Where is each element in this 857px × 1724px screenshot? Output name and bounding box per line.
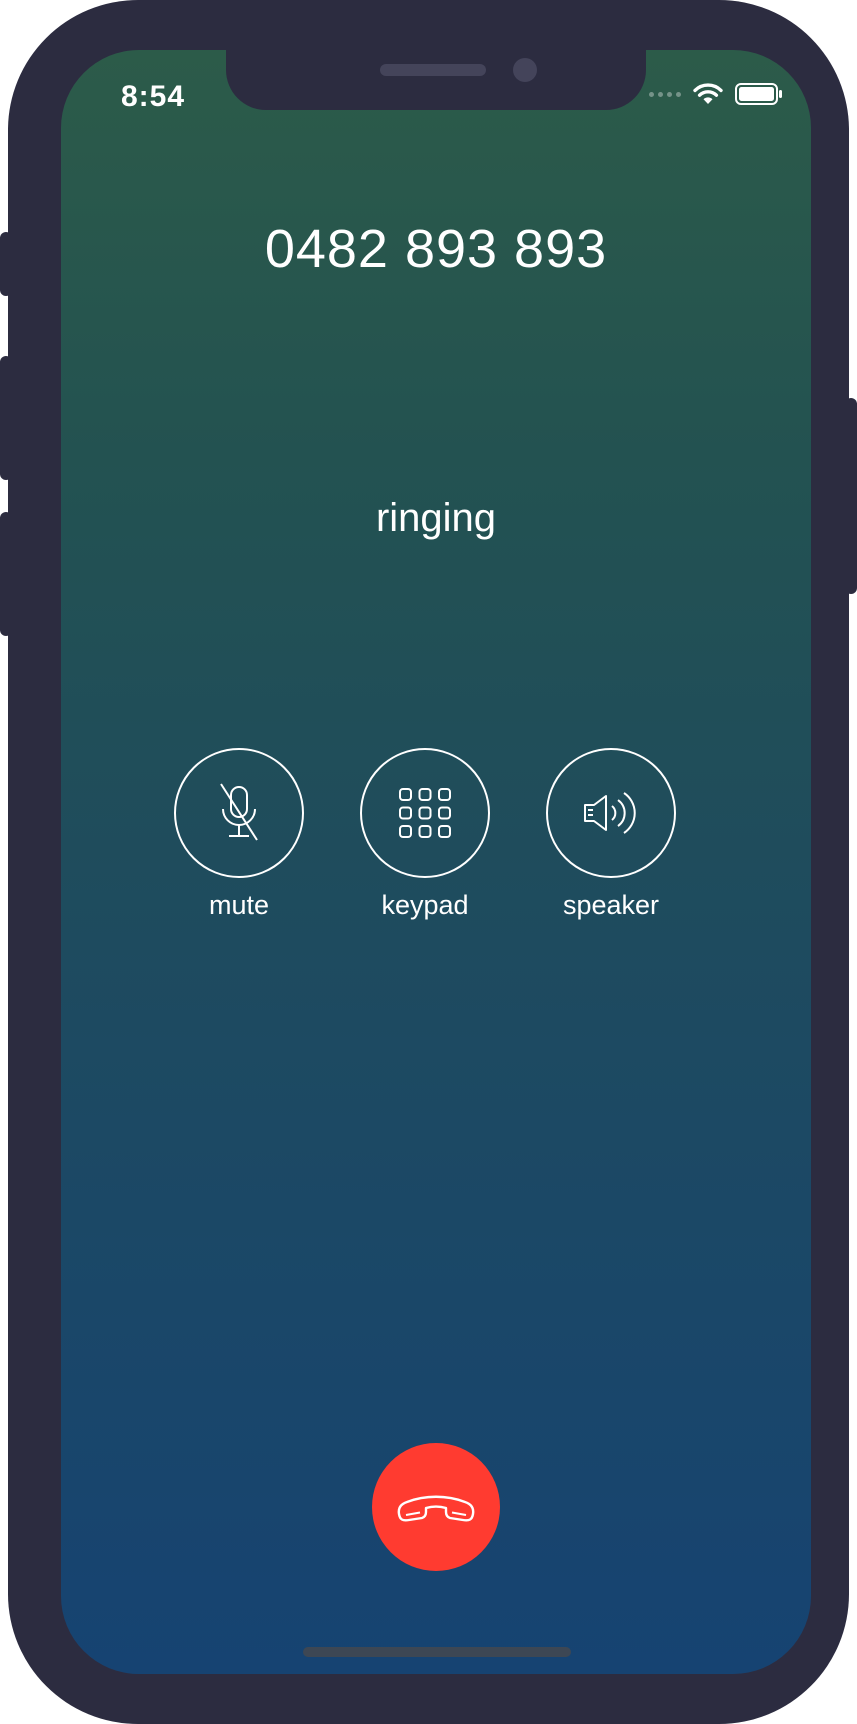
status-time: 8:54 (121, 80, 186, 113)
call-controls: mute keypad speaker (61, 748, 811, 928)
keypad-label: keypad (381, 890, 469, 920)
battery-icon (735, 83, 782, 105)
volume-up-button (0, 356, 12, 480)
mute-circle[interactable] (174, 748, 304, 878)
phone-hangup-icon (397, 1495, 475, 1522)
end-call-button[interactable] (372, 1443, 500, 1571)
status-icons (649, 83, 783, 105)
call-status: ringing (375, 496, 497, 540)
keypad-icon (399, 788, 451, 838)
speaker-circle[interactable] (546, 748, 676, 878)
mute-button[interactable]: mute (174, 748, 304, 921)
wifi-icon (693, 83, 723, 104)
call-screen: 8:54 0482 893 893 ringing mute keypad sp… (61, 50, 811, 1674)
mute-label: mute (208, 890, 270, 920)
volume-down-button (0, 512, 12, 636)
front-camera (513, 58, 537, 82)
earpiece-speaker (380, 64, 486, 76)
caller-number: 0482 893 893 (264, 219, 608, 279)
silent-switch (0, 232, 12, 296)
speaker-button[interactable]: speaker (546, 748, 676, 921)
keypad-circle[interactable] (360, 748, 490, 878)
speaker-label: speaker (562, 890, 660, 920)
signal-dots-icon (649, 91, 681, 97)
phone-frame: 8:54 0482 893 893 ringing mute keypad sp… (0, 0, 857, 1724)
notch (226, 50, 646, 110)
power-button (845, 398, 857, 594)
mic-muted-icon (220, 783, 258, 841)
home-indicator[interactable] (303, 1647, 571, 1657)
speaker-icon (584, 792, 636, 834)
keypad-button[interactable]: keypad (360, 748, 490, 921)
